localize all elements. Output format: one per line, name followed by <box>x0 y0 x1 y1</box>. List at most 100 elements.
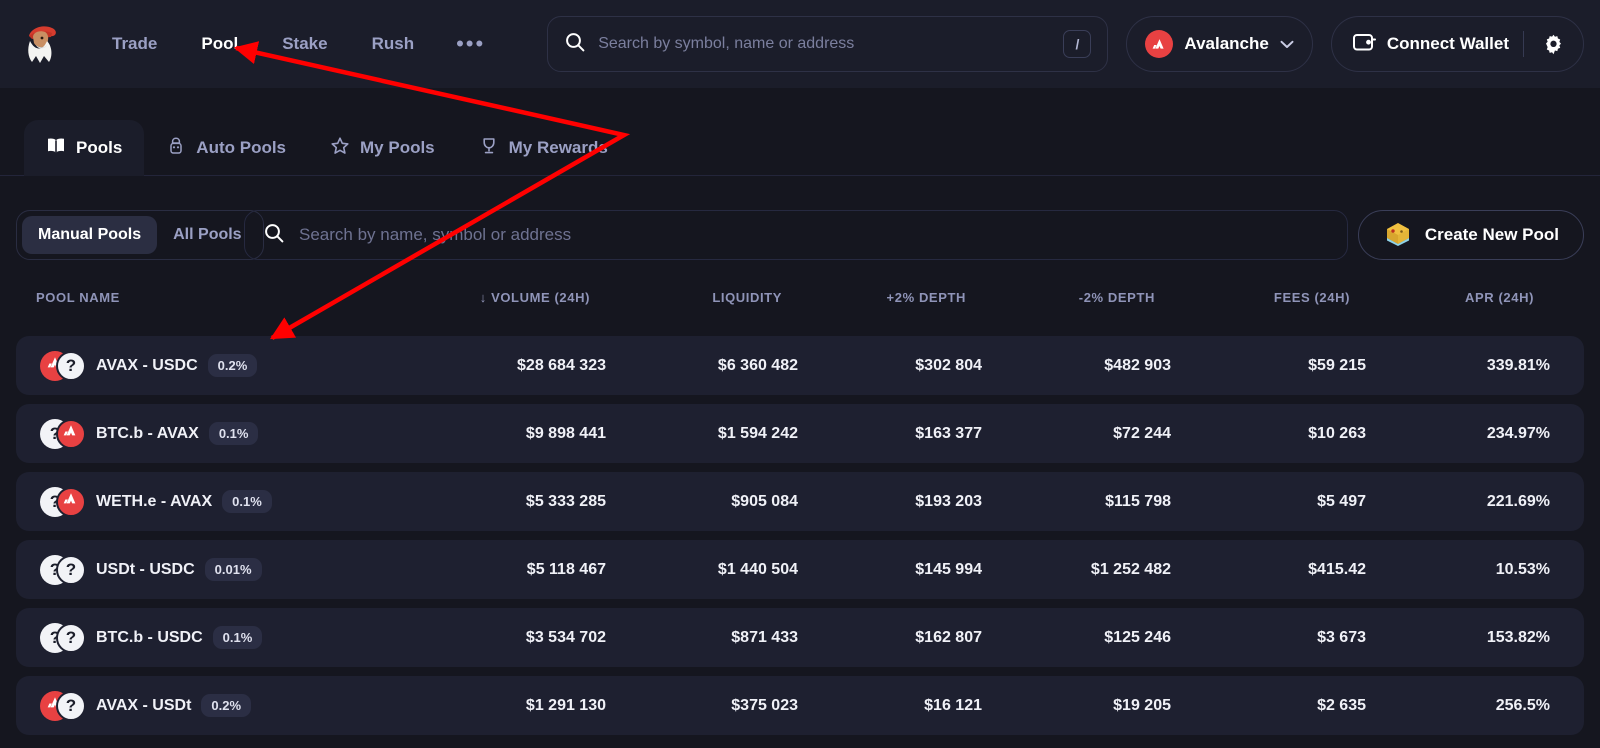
tab-auto-pools-label: Auto Pools <box>196 138 287 157</box>
pool-search-input[interactable] <box>299 225 1329 245</box>
nav-link-rush[interactable]: Rush <box>350 26 437 62</box>
segment-manual-pools[interactable]: Manual Pools <box>22 216 158 254</box>
table-row[interactable]: ? AVAX - USDt 0.2% $1 291 130 $375 023 $16 12… <box>16 676 1584 735</box>
token-pair-icons: ? <box>40 418 86 449</box>
tab-my-rewards-label: My Rewards <box>508 138 608 157</box>
cell-liquidity: $1 440 504 <box>717 561 798 578</box>
pool-identity-cell[interactable]: ? AVAX - USDC 0.2% <box>40 336 258 395</box>
cell-volume: $5 118 467 <box>526 561 606 578</box>
connect-wallet-button[interactable]: Connect Wallet <box>1352 31 1509 58</box>
column-header-pool-name[interactable]: POOL NAME <box>36 290 120 305</box>
filter-row: Manual Pools All Pools Search by name, s… <box>0 200 1600 270</box>
search-shortcut-key: / <box>1063 30 1092 58</box>
nav-link-stake[interactable]: Stake <box>260 26 349 62</box>
main-nav-links: Trade Pool Stake Rush ••• <box>90 26 505 62</box>
cell-depth-plus: $302 804 <box>915 357 982 374</box>
tab-list: Pools Auto Pools My Pools My Rewards <box>24 120 630 176</box>
tab-my-rewards[interactable]: My Rewards <box>457 120 630 176</box>
nav-more-icon[interactable]: ••• <box>436 33 505 55</box>
section-tab-bar: Pools Auto Pools My Pools My Rewards <box>0 88 1600 176</box>
cell-volume: $28 684 323 <box>517 357 606 374</box>
avalanche-icon <box>1145 30 1174 58</box>
pool-name-label: BTC.b - AVAX <box>96 424 199 442</box>
chevron-down-icon <box>1280 37 1294 52</box>
pool-identity-cell[interactable]: ? AVAX - USDt 0.2% <box>40 676 252 735</box>
global-search-input[interactable] <box>598 35 1064 53</box>
book-icon <box>46 136 66 160</box>
cheese-block-icon <box>1383 220 1413 251</box>
settings-button[interactable] <box>1538 33 1569 56</box>
pool-fee-badge: 0.01% <box>204 558 262 581</box>
tab-pools-label: Pools <box>76 138 123 157</box>
tab-pools[interactable]: Pools <box>24 120 145 176</box>
pool-identity-cell[interactable]: ?? BTC.b - USDC 0.1% <box>40 608 263 667</box>
table-row[interactable]: ? WETH.e - AVAX 0.1% $5 333 285 $905 084 $193… <box>16 472 1584 531</box>
pool-fee-badge: 0.1% <box>212 626 263 649</box>
cell-volume: $1 291 130 <box>525 697 606 714</box>
column-header-depth-minus[interactable]: -2% DEPTH <box>940 290 1155 305</box>
segment-all-pools[interactable]: All Pools <box>157 216 257 254</box>
table-row[interactable]: ?? USDt - USDC 0.01% $5 118 467 $1 440 504 $1… <box>16 540 1584 599</box>
create-new-pool-label: Create New Pool <box>1424 225 1559 244</box>
tab-my-pools[interactable]: My Pools <box>308 120 457 176</box>
token-pair-icons: ?? <box>40 554 86 585</box>
avalanche-token-icon <box>62 490 80 513</box>
search-icon <box>263 222 285 249</box>
wallet-group: Connect Wallet <box>1330 16 1584 72</box>
cell-depth-minus: $1 252 482 <box>1090 561 1171 578</box>
pool-name-label: BTC.b - USDC <box>96 628 203 646</box>
tab-auto-pools[interactable]: Auto Pools <box>144 120 308 176</box>
cell-depth-minus: $72 244 <box>1113 425 1171 442</box>
robot-icon <box>166 136 186 161</box>
column-header-volume[interactable]: ↓ VOLUME (24H) <box>340 290 590 305</box>
cell-depth-plus: $163 377 <box>915 425 982 442</box>
pool-name-label: AVAX - USDC <box>96 356 198 374</box>
cell-volume: $3 534 702 <box>525 629 606 646</box>
unknown-token-icon: ? <box>65 696 77 715</box>
table-row[interactable]: ? AVAX - USDC 0.2% $28 684 323 $6 360 482 $30… <box>16 336 1584 395</box>
token-icon-b: ? <box>56 622 86 653</box>
nav-link-pool[interactable]: Pool <box>179 26 260 62</box>
pool-table-body: ? AVAX - USDC 0.2% $28 684 323 $6 360 482 $30… <box>0 336 1600 744</box>
nav-link-trade[interactable]: Trade <box>90 26 179 62</box>
cell-apr: 234.97% <box>1486 425 1550 442</box>
connect-wallet-label: Connect Wallet <box>1386 34 1509 53</box>
token-icon-b: ? <box>56 350 86 381</box>
global-search-box[interactable]: / <box>547 16 1109 72</box>
pool-search-box[interactable] <box>244 210 1348 260</box>
cell-depth-plus: $162 807 <box>915 629 982 646</box>
cell-depth-plus: $16 121 <box>924 697 982 714</box>
table-row[interactable]: ? BTC.b - AVAX 0.1% $9 898 441 $1 594 242 $16… <box>16 404 1584 463</box>
lfj-logo[interactable] <box>16 17 66 71</box>
wallet-divider <box>1523 31 1524 57</box>
chain-selector-button[interactable]: Avalanche <box>1126 16 1313 72</box>
table-row[interactable]: ?? BTC.b - USDC 0.1% $3 534 702 $871 433 $162… <box>16 608 1584 667</box>
cell-volume: $5 333 285 <box>525 493 606 510</box>
chain-label: Avalanche <box>1184 34 1269 53</box>
top-navigation-bar: Trade Pool Stake Rush ••• / <box>0 0 1600 88</box>
pool-identity-cell[interactable]: ? BTC.b - AVAX 0.1% <box>40 404 259 463</box>
app-root: Trade Pool Stake Rush ••• / <box>0 0 1600 748</box>
pool-fee-badge: 0.1% <box>222 490 272 513</box>
cell-liquidity: $871 433 <box>731 629 798 646</box>
pool-fee-badge: 0.1% <box>208 422 259 445</box>
table-header: POOL NAME ↓ VOLUME (24H) LIQUIDITY +2% D… <box>0 290 1600 320</box>
pool-identity-cell[interactable]: ?? USDt - USDC 0.01% <box>40 540 262 599</box>
pool-fee-badge: 0.2% <box>201 694 252 717</box>
unknown-token-icon: ? <box>65 356 77 375</box>
pool-identity-cell[interactable]: ? WETH.e - AVAX 0.1% <box>40 472 272 531</box>
unknown-token-icon: ? <box>65 628 77 647</box>
cell-liquidity: $6 360 482 <box>717 357 798 374</box>
column-header-liquidity[interactable]: LIQUIDITY <box>560 290 782 305</box>
token-pair-icons: ? <box>40 690 86 721</box>
token-icon-b <box>56 418 86 449</box>
cell-liquidity: $375 023 <box>731 697 798 714</box>
token-icon-b: ? <box>56 690 86 721</box>
cell-apr: 339.81% <box>1486 357 1550 374</box>
create-new-pool-button[interactable]: Create New Pool <box>1357 210 1584 260</box>
pool-name-label: USDt - USDC <box>96 560 195 578</box>
cell-depth-plus: $193 203 <box>915 493 982 510</box>
column-header-apr[interactable]: APR (24H) <box>1310 290 1534 305</box>
cell-depth-minus: $19 205 <box>1113 697 1171 714</box>
column-header-depth-plus[interactable]: +2% DEPTH <box>750 290 966 305</box>
